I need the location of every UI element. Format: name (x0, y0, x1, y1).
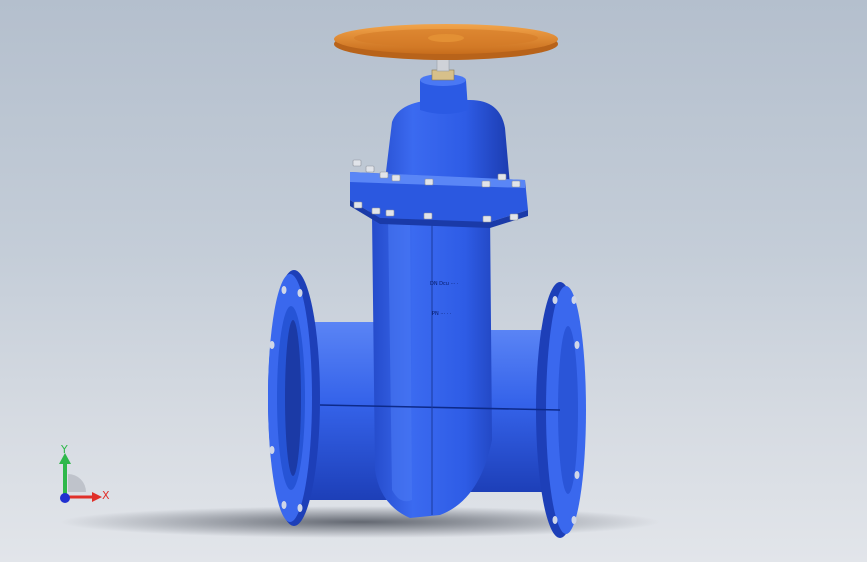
bonnet-flange[interactable] (350, 172, 528, 228)
body-highlight (388, 215, 412, 502)
graphics-viewport[interactable]: DN Dcu ··· · PN ··· · · Y X (0, 0, 867, 562)
stem-nut (431, 69, 455, 81)
z-axis-origin (60, 493, 70, 503)
x-axis-arrowhead (92, 492, 102, 502)
valve-body[interactable] (360, 100, 510, 518)
handwheel[interactable] (334, 24, 558, 60)
engraving-line-2: PN ··· · · (432, 311, 452, 317)
left-flange[interactable] (268, 270, 320, 526)
x-axis-label: X (102, 489, 110, 502)
gate-valve-model[interactable]: DN Dcu ··· · PN ··· · · (0, 0, 867, 562)
y-axis-label: Y (61, 443, 68, 456)
engraving-line-1: DN Dcu ··· · (430, 281, 459, 287)
triad-arc (68, 474, 86, 492)
